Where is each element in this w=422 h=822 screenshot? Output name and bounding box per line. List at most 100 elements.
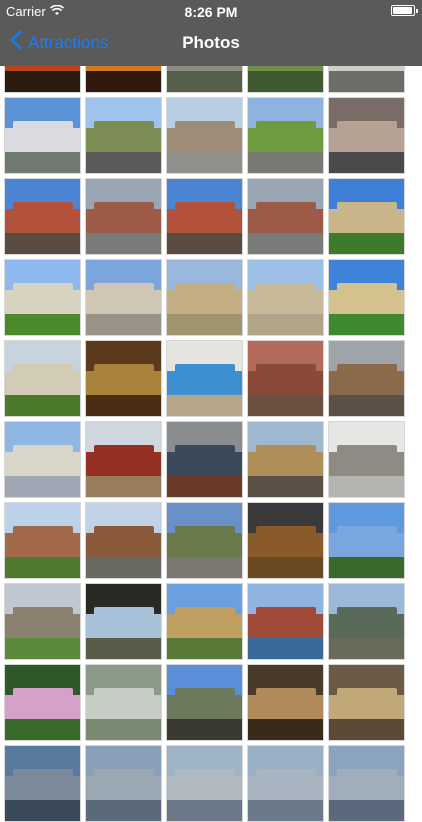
thumbnail-subject bbox=[336, 363, 397, 398]
photo-thumbnail[interactable] bbox=[85, 664, 162, 741]
thumbnail-ground bbox=[167, 395, 242, 416]
thumbnail-ground bbox=[167, 638, 242, 659]
thumbnail-subject bbox=[336, 201, 397, 236]
thumbnail-subject bbox=[174, 768, 235, 803]
status-bar: Carrier 8:26 PM bbox=[0, 0, 422, 22]
photo-thumbnail[interactable] bbox=[166, 259, 243, 336]
thumbnail-subject bbox=[12, 282, 73, 317]
thumbnail-subject bbox=[336, 606, 397, 641]
thumbnail-ground bbox=[86, 152, 161, 173]
photo-thumbnail[interactable] bbox=[247, 583, 324, 660]
thumbnail-subject bbox=[174, 606, 235, 641]
photo-thumbnail[interactable] bbox=[4, 178, 81, 255]
thumbnail-ground bbox=[329, 719, 404, 740]
photo-thumbnail[interactable] bbox=[166, 340, 243, 417]
photo-thumbnail[interactable] bbox=[328, 421, 405, 498]
thumbnail-subject bbox=[12, 120, 73, 155]
thumbnail-ground bbox=[248, 800, 323, 821]
thumbnail-ground bbox=[329, 800, 404, 821]
thumbnail-ground bbox=[329, 557, 404, 578]
thumbnail-ground bbox=[167, 557, 242, 578]
photo-thumbnail[interactable] bbox=[247, 502, 324, 579]
thumbnail-subject bbox=[174, 120, 235, 155]
photo-thumbnail[interactable] bbox=[85, 745, 162, 822]
thumbnail-subject bbox=[12, 525, 73, 560]
photo-thumbnail[interactable] bbox=[247, 664, 324, 741]
navigation-bar: Attractions Photos bbox=[0, 22, 422, 66]
photo-thumbnail[interactable] bbox=[166, 745, 243, 822]
photo-thumbnail[interactable] bbox=[166, 97, 243, 174]
thumbnail-ground bbox=[329, 152, 404, 173]
thumbnail-ground bbox=[5, 719, 80, 740]
photo-thumbnail[interactable] bbox=[247, 745, 324, 822]
photo-thumbnail[interactable] bbox=[247, 259, 324, 336]
photo-thumbnail[interactable] bbox=[85, 340, 162, 417]
photo-thumbnail[interactable] bbox=[247, 340, 324, 417]
thumbnail-ground bbox=[5, 638, 80, 659]
photo-thumbnail[interactable] bbox=[328, 745, 405, 822]
thumbnail-subject bbox=[93, 201, 154, 236]
photo-thumbnail[interactable] bbox=[328, 259, 405, 336]
photo-thumbnail[interactable] bbox=[4, 340, 81, 417]
thumbnail-subject bbox=[336, 444, 397, 479]
thumbnail-subject bbox=[336, 687, 397, 722]
photo-thumbnail[interactable] bbox=[166, 421, 243, 498]
photo-thumbnail[interactable] bbox=[166, 664, 243, 741]
photo-thumbnail[interactable] bbox=[328, 340, 405, 417]
photo-thumbnail[interactable] bbox=[166, 502, 243, 579]
photo-thumbnail[interactable] bbox=[85, 421, 162, 498]
thumbnail-subject bbox=[93, 525, 154, 560]
thumbnail-subject bbox=[12, 201, 73, 236]
thumbnail-ground bbox=[248, 476, 323, 497]
photo-thumbnail[interactable] bbox=[85, 178, 162, 255]
back-button[interactable]: Attractions bbox=[10, 30, 108, 55]
thumbnail-ground bbox=[167, 314, 242, 335]
thumbnail-subject bbox=[255, 525, 316, 560]
thumbnail-subject bbox=[255, 606, 316, 641]
top-bar: Carrier 8:26 PM Attractions Photos bbox=[0, 0, 422, 66]
photo-thumbnail[interactable] bbox=[328, 502, 405, 579]
photo-thumbnail[interactable] bbox=[328, 97, 405, 174]
photo-thumbnail[interactable] bbox=[4, 583, 81, 660]
thumbnail-subject bbox=[174, 525, 235, 560]
chevron-left-icon bbox=[10, 30, 22, 55]
photo-thumbnail[interactable] bbox=[247, 421, 324, 498]
photo-thumbnail[interactable] bbox=[85, 259, 162, 336]
photo-thumbnail[interactable] bbox=[4, 664, 81, 741]
photo-thumbnail[interactable] bbox=[328, 664, 405, 741]
thumbnail-subject bbox=[255, 363, 316, 398]
thumbnail-ground bbox=[5, 800, 80, 821]
battery-icon bbox=[391, 5, 418, 16]
thumbnail-subject bbox=[255, 687, 316, 722]
photo-thumbnail[interactable] bbox=[4, 421, 81, 498]
photo-thumbnail[interactable] bbox=[328, 583, 405, 660]
photo-thumbnail[interactable] bbox=[247, 97, 324, 174]
photo-thumbnail[interactable] bbox=[4, 259, 81, 336]
thumbnail-ground bbox=[86, 395, 161, 416]
thumbnail-ground bbox=[5, 395, 80, 416]
thumbnail-ground bbox=[86, 638, 161, 659]
thumbnail-subject bbox=[93, 606, 154, 641]
photo-thumbnail[interactable] bbox=[85, 502, 162, 579]
photo-thumbnail[interactable] bbox=[4, 502, 81, 579]
photo-thumbnail[interactable] bbox=[4, 745, 81, 822]
thumbnail-subject bbox=[12, 444, 73, 479]
thumbnail-ground bbox=[248, 557, 323, 578]
thumbnail-ground bbox=[86, 557, 161, 578]
thumbnail-subject bbox=[12, 363, 73, 398]
photo-thumbnail[interactable] bbox=[85, 583, 162, 660]
thumbnail-ground bbox=[5, 152, 80, 173]
photo-thumbnail[interactable] bbox=[85, 97, 162, 174]
photo-thumbnail[interactable] bbox=[166, 178, 243, 255]
thumbnail-subject bbox=[255, 120, 316, 155]
thumbnail-ground bbox=[248, 638, 323, 659]
photo-thumbnail[interactable] bbox=[328, 178, 405, 255]
thumbnail-subject bbox=[336, 282, 397, 317]
photo-thumbnail[interactable] bbox=[166, 583, 243, 660]
thumbnail-ground bbox=[329, 638, 404, 659]
thumbnail-ground bbox=[5, 314, 80, 335]
photo-thumbnail[interactable] bbox=[4, 97, 81, 174]
thumbnail-subject bbox=[93, 120, 154, 155]
thumbnail-ground bbox=[5, 71, 80, 92]
photo-thumbnail[interactable] bbox=[247, 178, 324, 255]
